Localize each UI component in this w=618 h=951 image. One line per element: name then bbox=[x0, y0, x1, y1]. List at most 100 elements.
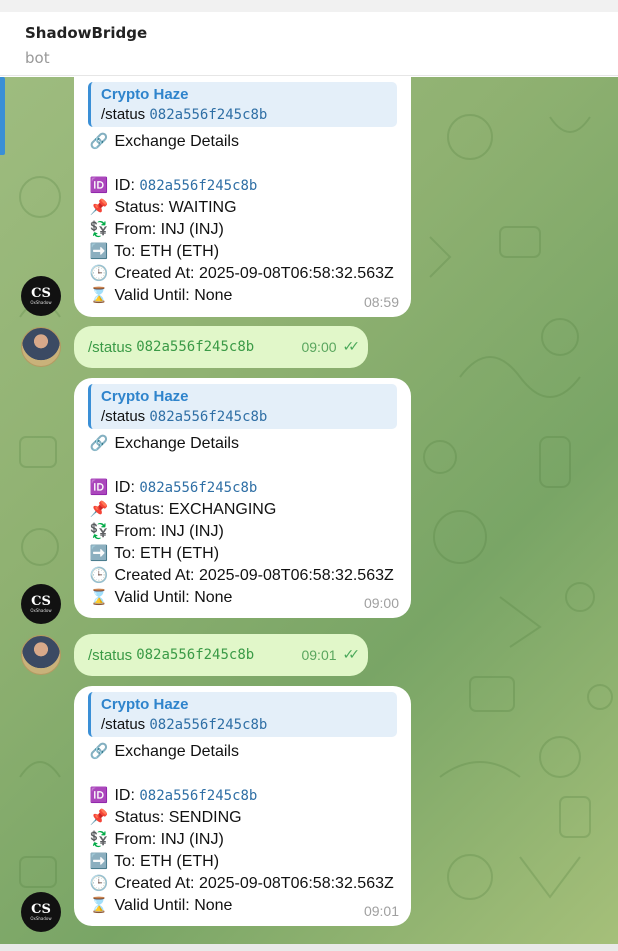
reply-title: Crypto Haze bbox=[101, 696, 189, 713]
link-icon: 🔗 bbox=[89, 435, 109, 452]
double-check-icon: ✓✓ bbox=[342, 647, 361, 663]
status-line: 📌 Status: EXCHANGING bbox=[88, 499, 397, 521]
reply-command: /status bbox=[101, 106, 146, 123]
bot-logo: CS bbox=[31, 286, 51, 301]
scrollbar[interactable] bbox=[0, 77, 5, 155]
id-label: ID: bbox=[114, 177, 135, 194]
bot-logo-caption: OxShadow bbox=[30, 916, 52, 921]
clock-icon: 🕒 bbox=[89, 875, 109, 892]
reply-text: /status 082a556f245c8b bbox=[101, 105, 387, 125]
user-command: /status bbox=[88, 646, 133, 664]
reply-text: /status 082a556f245c8b bbox=[101, 407, 387, 427]
id-label: ID: bbox=[114, 787, 135, 804]
double-check-icon: ✓✓ bbox=[342, 339, 361, 355]
user-message[interactable]: /status 082a556f245c8b 09:01 ✓✓ bbox=[74, 634, 368, 676]
to-line: ➡️ To: ETH (ETH) bbox=[88, 851, 397, 873]
id-icon: 🆔 bbox=[89, 177, 109, 194]
link-icon: 🔗 bbox=[89, 743, 109, 760]
bot-logo: CS bbox=[31, 594, 51, 609]
message-time: 08:59 bbox=[363, 294, 399, 310]
user-command-code: 082a556f245c8b bbox=[136, 339, 255, 355]
id-line: 🆔 ID: 082a556f245c8b bbox=[88, 175, 397, 197]
heading-text: Exchange Details bbox=[114, 133, 239, 150]
arrow-right-icon: ➡️ bbox=[89, 243, 109, 260]
valid-line-text: Valid Until: None bbox=[114, 589, 233, 606]
link-icon: 🔗 bbox=[89, 133, 109, 150]
exchange-icon: 💱 bbox=[89, 523, 109, 540]
chat-title: ShadowBridge bbox=[25, 24, 148, 42]
from-line: 💱 From: INJ (INJ) bbox=[88, 219, 397, 241]
user-avatar[interactable] bbox=[21, 327, 61, 367]
hourglass-icon: ⌛ bbox=[89, 287, 109, 304]
pin-icon: 📌 bbox=[89, 501, 109, 518]
status-line: 📌 Status: WAITING bbox=[88, 197, 397, 219]
created-line: 🕒 Created At: 2025-09-08T06:58:32.563Z bbox=[88, 263, 397, 285]
status-line-text: Status: WAITING bbox=[114, 199, 237, 216]
user-message[interactable]: /status 082a556f245c8b 09:00 ✓✓ bbox=[74, 326, 368, 368]
valid-line: ⌛ Valid Until: None bbox=[88, 285, 397, 307]
message-time: 09:00 bbox=[363, 595, 399, 611]
message-time: 09:00 bbox=[301, 339, 337, 355]
to-line-text: To: ETH (ETH) bbox=[114, 853, 220, 870]
bot-message[interactable]: Crypto Haze/status 082a556f245c8b 🔗 Excha… bbox=[74, 378, 411, 618]
details-heading: 🔗 Exchange Details bbox=[88, 741, 397, 763]
reply-title: Crypto Haze bbox=[101, 86, 189, 103]
exchange-icon: 💱 bbox=[89, 831, 109, 848]
from-line-text: From: INJ (INJ) bbox=[114, 523, 224, 540]
reply-command: /status bbox=[101, 408, 146, 425]
bot-message[interactable]: Crypto Haze/status 082a556f245c8b 🔗 Excha… bbox=[74, 686, 411, 926]
bot-avatar[interactable]: CS OxShadow bbox=[21, 892, 61, 932]
to-line-text: To: ETH (ETH) bbox=[114, 243, 220, 260]
id-value[interactable]: 082a556f245c8b bbox=[139, 480, 257, 496]
id-line: 🆔 ID: 082a556f245c8b bbox=[88, 785, 397, 807]
details-heading: 🔗 Exchange Details bbox=[88, 131, 397, 153]
from-line: 💱 From: INJ (INJ) bbox=[88, 829, 397, 851]
chat-header[interactable]: ShadowBridge bot bbox=[0, 12, 618, 76]
status-line-text: Status: SENDING bbox=[114, 809, 242, 826]
to-line: ➡️ To: ETH (ETH) bbox=[88, 241, 397, 263]
exchange-icon: 💱 bbox=[89, 221, 109, 238]
heading-text: Exchange Details bbox=[114, 743, 239, 760]
bottom-border bbox=[0, 944, 618, 951]
user-avatar[interactable] bbox=[21, 635, 61, 675]
user-command: /status bbox=[88, 338, 133, 356]
user-command-code: 082a556f245c8b bbox=[136, 647, 255, 663]
created-line-text: Created At: 2025-09-08T06:58:32.563Z bbox=[114, 567, 394, 584]
reply-title: Crypto Haze bbox=[101, 388, 189, 405]
valid-line: ⌛ Valid Until: None bbox=[88, 587, 397, 609]
id-icon: 🆔 bbox=[89, 787, 109, 804]
created-line-text: Created At: 2025-09-08T06:58:32.563Z bbox=[114, 265, 394, 282]
from-line-text: From: INJ (INJ) bbox=[114, 221, 224, 238]
valid-line-text: Valid Until: None bbox=[114, 897, 233, 914]
reply-quote[interactable]: Crypto Haze/status 082a556f245c8b bbox=[88, 692, 397, 737]
reply-quote[interactable]: Crypto Haze/status 082a556f245c8b bbox=[88, 82, 397, 127]
reply-command: /status bbox=[101, 716, 146, 733]
bot-logo-caption: OxShadow bbox=[30, 300, 52, 305]
bot-avatar[interactable]: CS OxShadow bbox=[21, 584, 61, 624]
from-line: 💱 From: INJ (INJ) bbox=[88, 521, 397, 543]
hourglass-icon: ⌛ bbox=[89, 897, 109, 914]
reply-code: 082a556f245c8b bbox=[149, 409, 268, 425]
reply-code: 082a556f245c8b bbox=[149, 717, 268, 733]
reply-quote[interactable]: Crypto Haze/status 082a556f245c8b bbox=[88, 384, 397, 429]
clock-icon: 🕒 bbox=[89, 265, 109, 282]
bot-message[interactable]: Crypto Haze/status 082a556f245c8b 🔗 Excha… bbox=[74, 77, 411, 317]
chat-subtitle: bot bbox=[25, 49, 50, 67]
from-line-text: From: INJ (INJ) bbox=[114, 831, 224, 848]
bot-logo-caption: OxShadow bbox=[30, 608, 52, 613]
status-line: 📌 Status: SENDING bbox=[88, 807, 397, 829]
message-time: 09:01 bbox=[363, 903, 399, 919]
top-strip bbox=[0, 0, 618, 12]
id-value[interactable]: 082a556f245c8b bbox=[139, 178, 257, 194]
heading-text: Exchange Details bbox=[114, 435, 239, 452]
hourglass-icon: ⌛ bbox=[89, 589, 109, 606]
details-heading: 🔗 Exchange Details bbox=[88, 433, 397, 455]
to-line: ➡️ To: ETH (ETH) bbox=[88, 543, 397, 565]
id-value[interactable]: 082a556f245c8b bbox=[139, 788, 257, 804]
created-line: 🕒 Created At: 2025-09-08T06:58:32.563Z bbox=[88, 873, 397, 895]
bot-avatar[interactable]: CS OxShadow bbox=[21, 276, 61, 316]
pin-icon: 📌 bbox=[89, 809, 109, 826]
